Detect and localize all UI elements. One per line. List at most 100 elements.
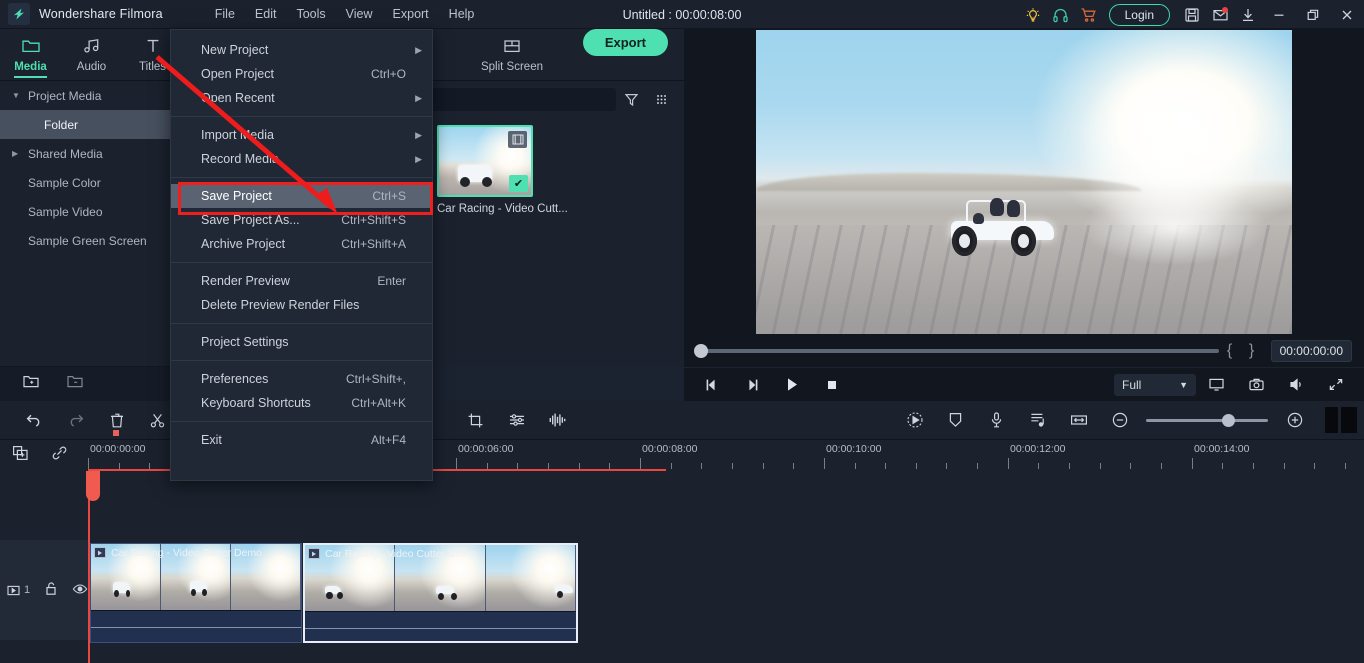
menu-tools[interactable]: Tools bbox=[286, 3, 335, 25]
shield-mask-icon[interactable] bbox=[935, 401, 976, 440]
lightbulb-icon[interactable] bbox=[1019, 0, 1047, 29]
undo-icon[interactable] bbox=[14, 401, 55, 440]
redo-icon[interactable] bbox=[55, 401, 96, 440]
menu-item-exit[interactable]: Exit Alt+F4 bbox=[171, 428, 432, 452]
menu-export[interactable]: Export bbox=[383, 3, 439, 25]
menu-item-preferences[interactable]: Preferences Ctrl+Shift+, bbox=[171, 367, 432, 391]
microphone-icon[interactable] bbox=[976, 401, 1017, 440]
timeline-clip[interactable]: Car Racing - Video Cutter Demo bbox=[90, 543, 302, 643]
camera-snapshot-icon[interactable] bbox=[1236, 368, 1276, 402]
chevron-right-icon: ▶ bbox=[415, 44, 422, 55]
headphones-icon[interactable] bbox=[1047, 0, 1075, 29]
preview-scrubber-track[interactable] bbox=[694, 344, 1219, 358]
volume-icon[interactable] bbox=[1276, 368, 1316, 402]
menu-help[interactable]: Help bbox=[439, 3, 485, 25]
timeline-clip[interactable]: Car Racing - Video Cutter Demo bbox=[303, 543, 578, 643]
tab-split-screen[interactable]: Split Screen bbox=[457, 29, 567, 81]
menu-item-import-media[interactable]: Import Media ▶ bbox=[171, 123, 432, 147]
add-track-icon[interactable] bbox=[12, 445, 29, 466]
menu-item-save-project-as[interactable]: Save Project As... Ctrl+Shift+S bbox=[171, 208, 432, 232]
media-thumbnail[interactable]: ✔ bbox=[437, 125, 533, 197]
file-menu-dropdown[interactable]: New Project ▶ Open Project Ctrl+O Open Recen… bbox=[170, 29, 433, 481]
color-adjust-icon[interactable] bbox=[496, 401, 537, 440]
fit-timeline-icon[interactable] bbox=[1058, 401, 1099, 440]
unlock-icon[interactable] bbox=[44, 581, 58, 599]
download-icon[interactable] bbox=[1234, 0, 1262, 29]
sidebar-item-sample-green-screen[interactable]: Sample Green Screen bbox=[0, 226, 170, 255]
zoom-out-icon[interactable] bbox=[1099, 401, 1140, 440]
ruler-tick bbox=[855, 463, 856, 469]
remove-folder-icon[interactable] bbox=[66, 374, 84, 394]
menu-item-open-project[interactable]: Open Project Ctrl+O bbox=[171, 62, 432, 86]
equalizer-icon[interactable] bbox=[537, 401, 578, 440]
mark-in-button[interactable]: { bbox=[1219, 342, 1241, 360]
link-clips-icon[interactable] bbox=[51, 445, 68, 466]
menu-edit[interactable]: Edit bbox=[245, 3, 287, 25]
sidebar-item-label: Folder bbox=[44, 117, 79, 132]
stop-button[interactable] bbox=[812, 368, 852, 402]
prev-frame-button[interactable] bbox=[692, 368, 732, 402]
tab-audio-label: Audio bbox=[76, 60, 107, 73]
shopping-cart-icon[interactable] bbox=[1075, 0, 1103, 29]
zoom-in-icon[interactable] bbox=[1274, 401, 1315, 440]
menu-item-project-settings[interactable]: Project Settings bbox=[171, 330, 432, 354]
video-preview-canvas[interactable] bbox=[756, 30, 1292, 334]
menu-item-label: Save Project bbox=[201, 189, 272, 203]
login-button[interactable]: Login bbox=[1108, 3, 1170, 26]
preview-timecode[interactable]: 00:00:00:00 bbox=[1270, 340, 1352, 362]
snapshot-monitor-icon[interactable] bbox=[1196, 368, 1236, 402]
marker-note-icon[interactable] bbox=[1017, 401, 1058, 440]
crop-icon[interactable] bbox=[455, 401, 496, 440]
media-item-label: Car Racing - Video Cutt... bbox=[437, 203, 568, 215]
ruler-label: 00:00:14:00 bbox=[1194, 443, 1250, 455]
play-button[interactable] bbox=[772, 368, 812, 402]
add-folder-icon[interactable] bbox=[22, 374, 40, 394]
tab-split-screen-label: Split Screen bbox=[480, 60, 543, 73]
tab-media[interactable]: Media bbox=[0, 29, 61, 81]
preview-scrubber-handle[interactable] bbox=[694, 344, 708, 358]
tab-audio[interactable]: Audio bbox=[61, 29, 122, 81]
sidebar-item-shared-media[interactable]: ▶ Shared Media bbox=[0, 139, 170, 168]
menu-item-new-project[interactable]: New Project ▶ bbox=[171, 38, 432, 62]
grid-view-icon[interactable] bbox=[646, 84, 676, 114]
close-button[interactable] bbox=[1330, 0, 1364, 29]
tab-media-label: Media bbox=[14, 60, 47, 73]
funnel-filter-icon[interactable] bbox=[616, 84, 646, 114]
menu-item-record-media[interactable]: Record Media ▶ bbox=[171, 147, 432, 171]
chevron-right-icon: ▶ bbox=[415, 92, 422, 103]
ruler-tick bbox=[1345, 463, 1346, 469]
minimize-button[interactable] bbox=[1262, 0, 1296, 29]
menu-item-save-project[interactable]: Save Project Ctrl+S bbox=[171, 184, 432, 208]
sidebar-item-label: Project Media bbox=[28, 88, 102, 103]
playhead-handle[interactable] bbox=[86, 471, 100, 501]
sidebar-item-sample-color[interactable]: Sample Color bbox=[0, 168, 170, 197]
eye-visibility-icon[interactable] bbox=[72, 583, 88, 598]
preview-quality-select[interactable]: Full ▼ bbox=[1114, 373, 1196, 396]
timeline-zoom-slider[interactable] bbox=[1146, 413, 1268, 427]
ruler-tick bbox=[916, 463, 917, 469]
menu-file[interactable]: File bbox=[205, 3, 245, 25]
menu-item-delete-preview-render-files[interactable]: Delete Preview Render Files bbox=[171, 293, 432, 317]
menu-item-render-preview[interactable]: Render Preview Enter bbox=[171, 269, 432, 293]
fullscreen-icon[interactable] bbox=[1316, 368, 1356, 402]
media-item[interactable]: ✔ Car Racing - Video Cutt... bbox=[437, 125, 568, 215]
export-button[interactable]: Export bbox=[582, 29, 668, 56]
delete-icon[interactable] bbox=[96, 401, 137, 440]
menu-view[interactable]: View bbox=[336, 3, 383, 25]
color-wheel-icon[interactable] bbox=[894, 401, 935, 440]
sidebar-item-sample-video[interactable]: Sample Video bbox=[0, 197, 170, 226]
restore-button[interactable] bbox=[1296, 0, 1330, 29]
timeline-zoom-handle[interactable] bbox=[1222, 413, 1235, 427]
save-disk-icon[interactable] bbox=[1178, 0, 1206, 29]
menu-item-label: Import Media bbox=[201, 128, 274, 142]
next-frame-button[interactable] bbox=[732, 368, 772, 402]
sidebar-item-project-media[interactable]: ▼ Project Media bbox=[0, 81, 170, 110]
mark-out-button[interactable]: } bbox=[1241, 342, 1263, 360]
menu-item-archive-project[interactable]: Archive Project Ctrl+Shift+A bbox=[171, 232, 432, 256]
sidebar-item-folder[interactable]: Folder bbox=[0, 110, 170, 139]
menu-item-keyboard-shortcuts[interactable]: Keyboard Shortcuts Ctrl+Alt+K bbox=[171, 391, 432, 415]
menu-item-open-recent[interactable]: Open Recent ▶ bbox=[171, 86, 432, 110]
chevron-down-icon: ▼ bbox=[1179, 379, 1188, 390]
media-selected-check-icon[interactable]: ✔ bbox=[509, 175, 528, 192]
mail-icon[interactable] bbox=[1206, 0, 1234, 29]
